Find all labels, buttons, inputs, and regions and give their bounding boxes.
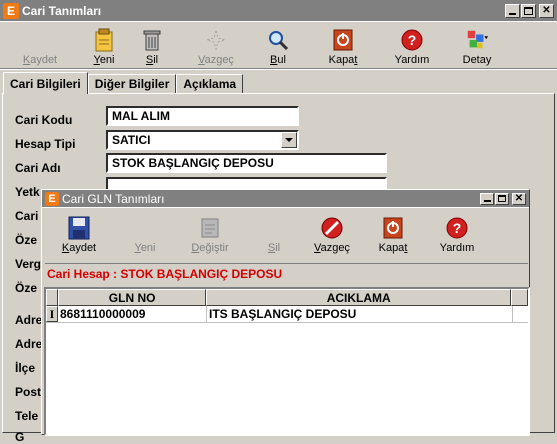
save-icon [67, 216, 91, 240]
dialog-help-button[interactable]: ? Yardım [424, 212, 490, 256]
label-cari-2: Cari [15, 209, 39, 223]
edit-icon [198, 216, 222, 240]
row-indicator-icon: I [46, 306, 58, 322]
dialog-toolbar: Kaydet Yeni Değiştir Sil Vazgeç Kapat ? … [42, 212, 490, 256]
dialog-cancel-button[interactable]: Vazgeç [302, 212, 362, 256]
gln-grid[interactable]: GLN NO ACIKLAMA I 8681110000009 ITS BAŞL… [44, 287, 530, 436]
minimize-icon [509, 12, 516, 15]
label-cari-adi: Cari Adı [15, 161, 61, 175]
dialog-title: Cari GLN Tanımları [62, 191, 165, 206]
label-vergi: Verg [15, 257, 42, 271]
help-button[interactable]: ? Yardım [386, 24, 438, 68]
gln-dialog: E Cari GLN Tanımları ✕ Kaydet Yeni Değiş… [41, 189, 530, 436]
cari-hesap-label: Cari Hesap : STOK BAŞLANGIÇ DEPOSU [45, 263, 528, 283]
main-window: E Cari Tanımları ✕ Kaydet Yeni Sil Vazge… [0, 0, 557, 444]
dialog-app-icon: E [45, 191, 59, 206]
label-yetkili: Yetk [15, 185, 40, 199]
maximize-icon [524, 6, 533, 15]
dialog-titlebar[interactable]: E Cari GLN Tanımları ✕ [42, 190, 529, 208]
svg-text:?: ? [453, 220, 462, 236]
cell-gln-no[interactable]: 8681110000009 [58, 306, 207, 322]
maximize-icon [498, 195, 506, 202]
grid-corner [46, 289, 58, 306]
dialog-close-button[interactable]: ✕ [512, 192, 526, 205]
find-button[interactable]: Bul [256, 24, 300, 68]
label-ozel-2: Öze [15, 281, 38, 295]
save-button[interactable]: Kaydet [0, 24, 80, 68]
svg-text:?: ? [408, 32, 417, 48]
close-icon: ✕ [514, 192, 524, 204]
app-logo-icon: E [3, 2, 19, 19]
cari-adi-field[interactable]: STOK BAŞLANGIÇ DEPOSU [106, 153, 387, 173]
new-icon [133, 216, 157, 240]
label-ilce: İlçe [15, 361, 36, 375]
label-g: G [15, 430, 25, 444]
save-icon [28, 28, 52, 52]
column-header-aciklama[interactable]: ACIKLAMA [206, 289, 512, 306]
tab-strip: Cari Bilgileri Diğer Bilgiler Açıklama [3, 72, 244, 94]
dropdown-arrow[interactable] [281, 132, 297, 148]
label-adres-1: Adre [15, 313, 43, 327]
delete-icon [262, 216, 286, 240]
hesap-tipi-select[interactable]: SATICI [106, 130, 299, 150]
close-button[interactable]: Kapat [300, 24, 386, 68]
trash-icon [140, 28, 164, 52]
label-ozel-1: Öze [15, 233, 38, 247]
dialog-new-button[interactable]: Yeni [116, 212, 174, 256]
delete-button[interactable]: Sil [128, 24, 176, 68]
help-icon: ? [400, 28, 424, 52]
label-hesap-tipi: Hesap Tipi [15, 137, 76, 151]
dialog-save-button[interactable]: Kaydet [42, 212, 116, 256]
minimize-icon [483, 200, 491, 202]
cancel-icon [320, 216, 344, 240]
detail-button[interactable]: Detay [438, 24, 516, 68]
help-icon: ? [445, 216, 469, 240]
chevron-down-icon [285, 138, 293, 142]
table-row[interactable]: I 8681110000009 ITS BAŞLANGIÇ DEPOSU [46, 306, 528, 323]
new-document-icon [92, 28, 116, 52]
label-cari-kodu: Cari Kodu [15, 113, 73, 127]
cari-kodu-field[interactable]: MAL ALIM [106, 106, 299, 126]
cell-aciklama[interactable]: ITS BAŞLANGIÇ DEPOSU [207, 306, 513, 322]
toolbar-divider [0, 68, 557, 70]
tab-diger-bilgiler[interactable]: Diğer Bilgiler [87, 74, 177, 94]
grid-header: GLN NO ACIKLAMA [46, 289, 528, 306]
dialog-delete-button[interactable]: Sil [246, 212, 302, 256]
label-telefon: Tele [15, 409, 39, 423]
search-icon [266, 28, 290, 52]
tab-cari-bilgileri[interactable]: Cari Bilgileri [3, 72, 88, 94]
dialog-maximize-button[interactable] [495, 192, 509, 205]
column-header-gln-no[interactable]: GLN NO [57, 289, 207, 306]
label-posta: Post [15, 385, 42, 399]
window-title: Cari Tanımları [22, 3, 102, 18]
cancel-icon [204, 28, 228, 52]
window-titlebar[interactable]: E Cari Tanımları ✕ [0, 0, 557, 22]
cancel-button[interactable]: Vazgeç [176, 24, 256, 68]
tab-aciklama[interactable]: Açıklama [176, 74, 244, 94]
hesap-tipi-value: SATICI [112, 133, 151, 147]
label-adres-2: Adre [15, 337, 43, 351]
main-toolbar: Kaydet Yeni Sil Vazgeç Bul Kapat ? Yardı… [0, 24, 516, 68]
new-button[interactable]: Yeni [80, 24, 128, 68]
close-door-icon [381, 216, 405, 240]
minimize-button[interactable] [505, 3, 520, 18]
close-door-icon [331, 28, 355, 52]
maximize-button[interactable] [521, 3, 536, 18]
close-window-button[interactable]: ✕ [539, 3, 554, 18]
dialog-close-toolbar-button[interactable]: Kapat [362, 212, 424, 256]
grid-header-filler [511, 289, 528, 306]
dialog-minimize-button[interactable] [480, 192, 494, 205]
close-icon: ✕ [542, 4, 551, 16]
dialog-edit-button[interactable]: Değiştir [174, 212, 246, 256]
detail-icon [465, 28, 489, 52]
